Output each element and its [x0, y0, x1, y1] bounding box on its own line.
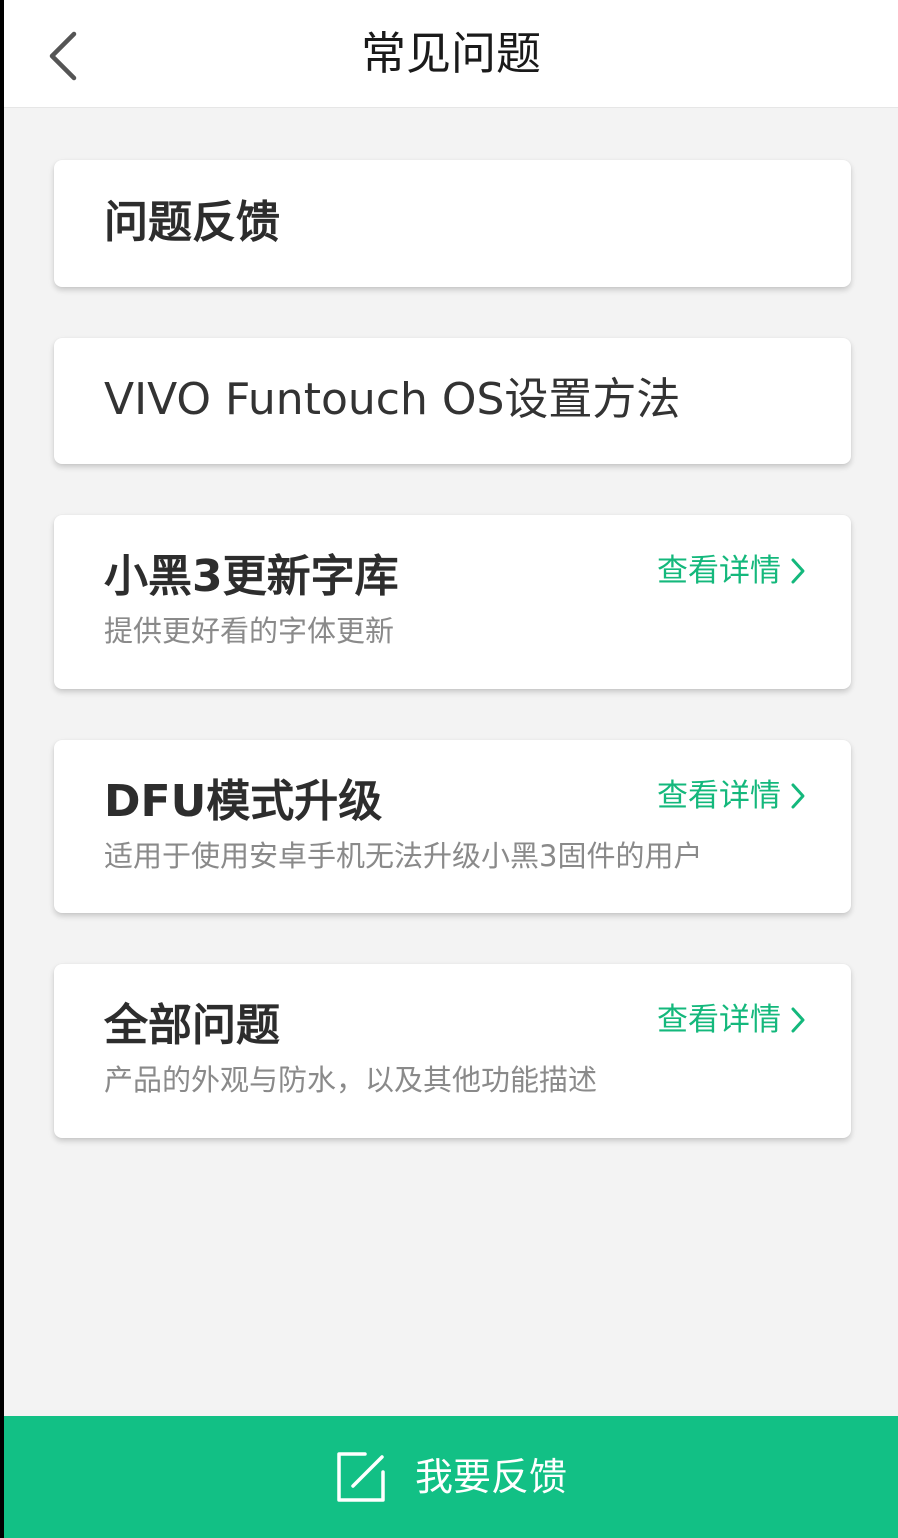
card-subtitle: 适用于使用安卓手机无法升级小黑3固件的用户 [104, 839, 703, 873]
chevron-right-icon [791, 783, 805, 809]
card-title: 全部问题 [104, 1000, 280, 1051]
card-all-questions[interactable]: 全部问题 产品的外观与防水，以及其他功能描述 查看详情 [54, 964, 851, 1138]
view-details-label: 查看详情 [657, 1002, 781, 1038]
card-vivo-settings[interactable]: VIVO Funtouch OS设置方法 [54, 338, 851, 464]
card-title: 问题反馈 [104, 197, 280, 248]
top-navigation-bar: 常见问题 [4, 0, 898, 108]
faq-screen: 常见问题 问题反馈 VIVO Funtouch OS设置方法 小黑3更新字库 提… [4, 0, 898, 1538]
card-title: 小黑3更新字库 [104, 551, 399, 602]
view-details-link[interactable]: 查看详情 [657, 551, 807, 591]
card-dfu-upgrade[interactable]: DFU模式升级 适用于使用安卓手机无法升级小黑3固件的用户 查看详情 [54, 740, 851, 913]
card-font-update[interactable]: 小黑3更新字库 提供更好看的字体更新 查看详情 [54, 515, 851, 689]
view-details-label: 查看详情 [657, 553, 781, 589]
card-subtitle: 提供更好看的字体更新 [104, 614, 395, 648]
card-subtitle: 产品的外观与防水，以及其他功能描述 [104, 1063, 598, 1097]
card-feedback[interactable]: 问题反馈 [54, 160, 851, 287]
view-details-label: 查看详情 [657, 778, 781, 814]
card-title: DFU模式升级 [104, 776, 383, 827]
chevron-right-icon [791, 558, 805, 584]
view-details-link[interactable]: 查看详情 [657, 1000, 807, 1040]
page-title: 常见问题 [360, 27, 541, 80]
edit-icon [337, 1452, 385, 1502]
feedback-button-label: 我要反馈 [414, 1455, 567, 1499]
chevron-right-icon [791, 1007, 805, 1033]
feedback-button[interactable]: 我要反馈 [4, 1416, 898, 1538]
view-details-link[interactable]: 查看详情 [657, 776, 807, 816]
card-title: VIVO Funtouch OS设置方法 [104, 374, 681, 425]
